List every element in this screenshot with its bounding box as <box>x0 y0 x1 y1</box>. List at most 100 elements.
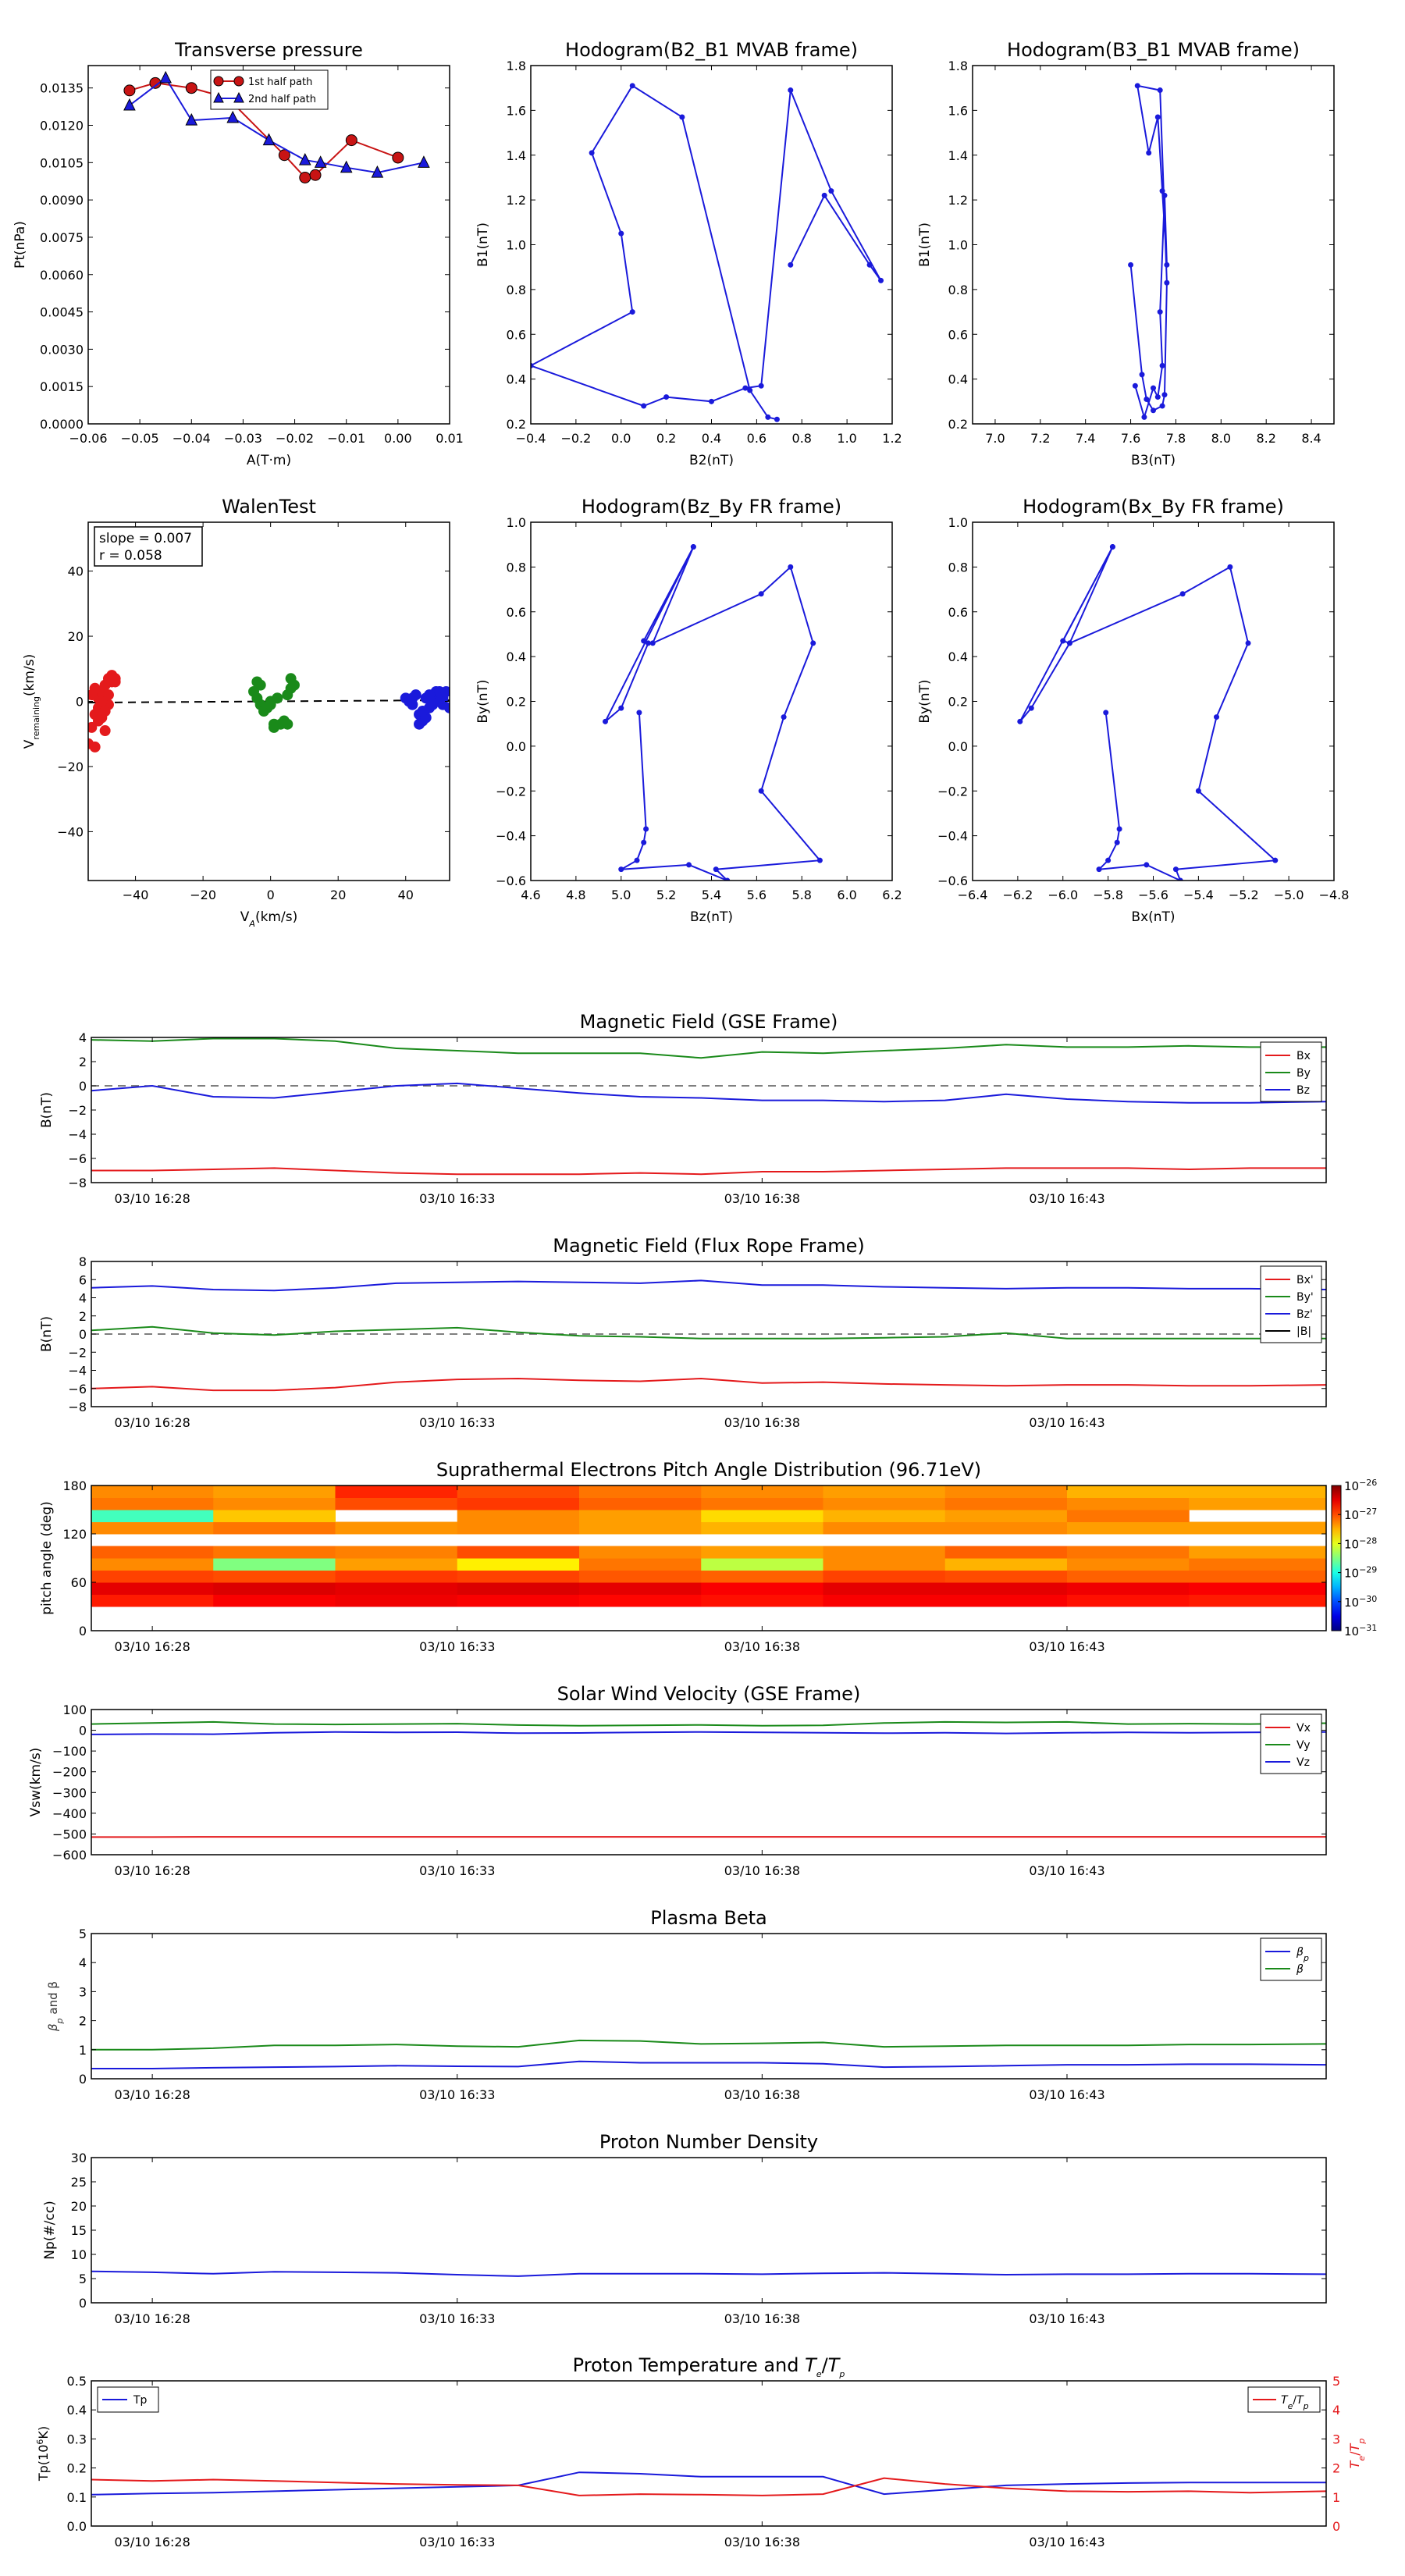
hodogram-bz-by-chart: −0.6 −0.4 −0.2 0.0 0.2 0.4 0.6 0.8 1.0 4.6 4.8 5.0 5… <box>475 496 902 925</box>
heatmap-cell <box>944 1497 1068 1510</box>
y-tick-label: 0.6 <box>948 327 968 342</box>
heatmap-cell <box>944 1521 1068 1535</box>
plot-frame <box>91 2380 1327 2527</box>
y-tick-label: 100 <box>62 1703 87 1717</box>
x-tick-label: −0.03 <box>224 431 262 446</box>
y-tick-label: 1.2 <box>948 193 968 208</box>
y-tick-label: −20 <box>57 760 84 774</box>
x-axis-label: A(T·m) <box>247 453 291 468</box>
y-tick-label: −4 <box>68 1127 87 1142</box>
heatmap-cell <box>578 1582 702 1595</box>
data-point <box>602 718 608 724</box>
data-point <box>713 866 719 873</box>
y-tick-label: 1.4 <box>948 148 968 163</box>
legend-label: Tp <box>133 2394 148 2407</box>
heatmap-cell <box>701 1558 823 1571</box>
legend-label: Bz' <box>1297 1308 1313 1321</box>
legend: Bx' By' Bz' |B| <box>1260 1265 1322 1343</box>
y-tick-label: 0.0135 <box>40 81 84 96</box>
data-point <box>816 857 823 863</box>
data-point <box>641 403 647 409</box>
y-tick-label: 0.0000 <box>40 417 84 432</box>
heatmap-cell <box>91 1521 214 1535</box>
x-tick-label: 03/10 16:33 <box>419 1191 495 1206</box>
x-tick-label: 4.6 <box>521 888 540 902</box>
heatmap-cell <box>91 1570 214 1583</box>
heatmap-cell <box>91 1546 214 1559</box>
x-axis-label: Bz(nT) <box>690 909 733 925</box>
x-tick-label: 7.4 <box>1076 431 1095 446</box>
x-axis-label: B3(nT) <box>1131 453 1176 468</box>
x-tick-label: 03/10 16:43 <box>1029 1863 1104 1878</box>
data-point <box>765 414 771 420</box>
annotation-box: slope = 0.007 r = 0.058 <box>94 526 203 567</box>
x-tick-label: 0.00 <box>384 431 412 446</box>
y-tick-label: 0.0090 <box>40 193 84 208</box>
y-tick-label: 0.4 <box>507 649 526 664</box>
legend-label: β <box>1296 1963 1304 1976</box>
walen-test-chart: −40 −20 0 20 40 −40 −20 0 20 40 WalenTest Vremainin… <box>22 496 450 929</box>
colorbar-tick-label: 10−28 <box>1344 1535 1377 1552</box>
solar-wind-velocity-chart: −600 −500 −400 −300 −200 −100 0 100 03/10 16:28 0… <box>28 1683 1327 1878</box>
data-point <box>758 382 764 389</box>
heatmap-cell <box>1066 1594 1190 1607</box>
data-point <box>1151 385 1156 391</box>
heatmap-cell <box>335 1497 458 1510</box>
y-tick-label: 1.0 <box>507 238 526 253</box>
series-- <box>91 2039 1326 2051</box>
y-tick-label: 0.4 <box>507 372 526 387</box>
x-tick-label: 7.6 <box>1121 431 1140 446</box>
heatmap-cell <box>701 1510 823 1522</box>
x-tick-label: 0.4 <box>702 431 721 446</box>
scatter-group-3 <box>400 685 450 730</box>
y-tick-label: 0.2 <box>507 695 526 710</box>
heatmap-cell <box>944 1546 1068 1559</box>
data-point <box>1144 862 1150 868</box>
heatmap-cell <box>213 1558 336 1571</box>
x-tick-label: 03/10 16:43 <box>1029 2087 1104 2102</box>
hodogram-b2-b1-chart: 0.2 0.4 0.6 0.8 1.0 1.2 1.4 1.6 1.8 −0.4 −0.2 0.0 0.… <box>475 39 902 468</box>
x-tick-label: 03/10 16:38 <box>724 2535 800 2549</box>
plot-frame <box>972 65 1335 425</box>
y2-axis-label: Te/Tp <box>1347 2439 1367 2469</box>
data-point <box>618 230 624 237</box>
data-point <box>1141 414 1147 420</box>
y-axis-label: Vremaining(km/s) <box>22 654 41 749</box>
legend: Bx By Bz <box>1260 1041 1322 1102</box>
heatmap-cell <box>823 1497 946 1510</box>
data-point <box>251 692 263 704</box>
legend-label: 1st half path <box>248 76 312 88</box>
data-point <box>690 544 696 550</box>
heatmap-cell <box>1189 1546 1327 1559</box>
y2-tick-label: 5 <box>1332 2374 1340 2389</box>
y-tick-label: 0.0045 <box>40 305 84 320</box>
x-tick-label: 1.2 <box>882 431 902 446</box>
x-tick-label: 8.2 <box>1256 431 1275 446</box>
data-point <box>618 705 624 711</box>
y-tick-label: 1.6 <box>948 103 968 118</box>
chart-title: Hodogram(Bx_By FR frame) <box>1023 496 1284 518</box>
y-tick-label: 40 <box>68 564 84 579</box>
data-point <box>1134 83 1140 89</box>
plot-frame <box>972 521 1335 881</box>
y-tick-label: 1 <box>79 2043 87 2058</box>
x-tick-label: −20 <box>190 888 216 902</box>
legend-label: |B| <box>1297 1325 1311 1338</box>
legend-label: 2nd half path <box>248 94 316 105</box>
y-tick-label: 2 <box>79 2014 87 2029</box>
x-tick-label: 40 <box>398 888 414 902</box>
x-tick-label: 7.8 <box>1166 431 1186 446</box>
data-point <box>1157 309 1163 315</box>
data-point <box>437 699 449 710</box>
data-point <box>109 676 121 688</box>
x-axis-label: VA(km/s) <box>240 909 297 929</box>
y-tick-label: −0.2 <box>937 784 968 799</box>
data-point <box>788 262 794 268</box>
heatmap-cell <box>1189 1521 1327 1535</box>
x-tick-label: −6.2 <box>1002 888 1033 902</box>
legend-label: Vz <box>1297 1756 1310 1769</box>
heatmap-cell <box>578 1497 702 1510</box>
plot-frame <box>87 65 450 425</box>
y-tick-label: 5 <box>79 2272 87 2286</box>
y-tick-label: −0.6 <box>937 873 968 888</box>
